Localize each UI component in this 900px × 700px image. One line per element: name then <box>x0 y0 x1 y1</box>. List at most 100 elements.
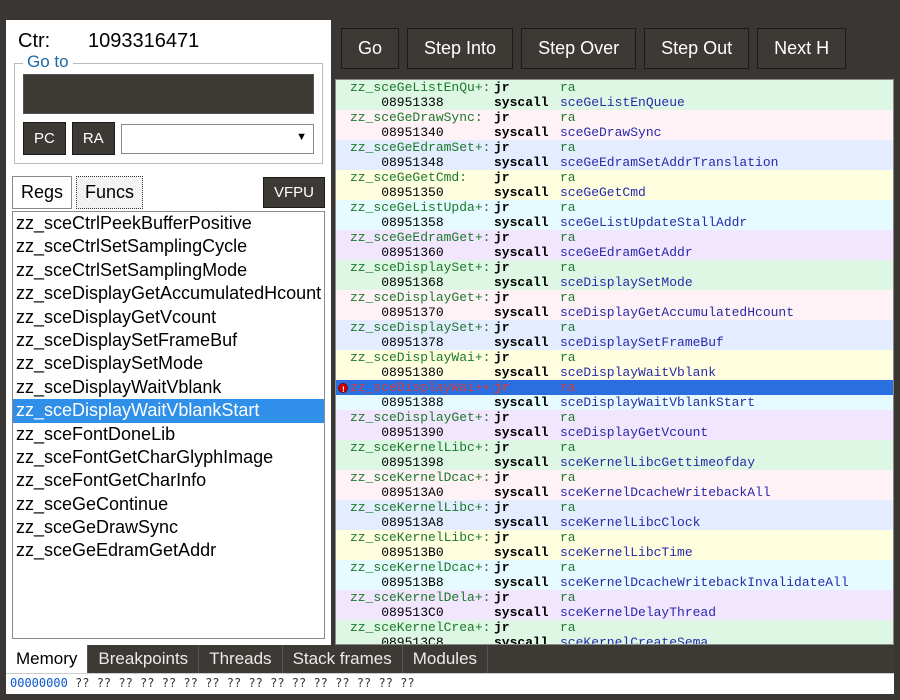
disasm-row[interactable]: zz_sceDisplaySet+:jrra <box>336 320 893 335</box>
disasm-row[interactable]: 089513A0syscallsceKernelDcacheWritebackA… <box>336 485 893 500</box>
disasm-row[interactable]: zz_sceKernelLibc+:jrra <box>336 500 893 515</box>
disasm-row[interactable]: zz_sceKernelDela+:jrra <box>336 590 893 605</box>
breakpoint-gutter[interactable] <box>336 200 350 215</box>
disassembly-view[interactable]: zz_sceGeListEnQu+:jrra 08951338syscallsc… <box>335 79 894 645</box>
breakpoint-gutter[interactable] <box>336 380 350 395</box>
disasm-row[interactable]: zz_sceDisplayGet+:jrra <box>336 410 893 425</box>
disasm-row[interactable]: zz_sceDisplayGet+:jrra <box>336 290 893 305</box>
disasm-row[interactable]: zz_sceGeListEnQu+:jrra <box>336 80 893 95</box>
disasm-row[interactable]: 08951380syscallsceDisplayWaitVblank <box>336 365 893 380</box>
function-list-item[interactable]: zz_sceGeEdramGetAddr <box>13 539 324 562</box>
disasm-row[interactable]: 089513B8syscallsceKernelDcacheWritebackI… <box>336 575 893 590</box>
disasm-row[interactable]: zz_sceDisplaySet+:jrra <box>336 260 893 275</box>
vfpu-button[interactable]: VFPU <box>263 177 325 208</box>
step-over-button[interactable]: Step Over <box>521 28 636 69</box>
breakpoint-gutter[interactable] <box>336 470 350 485</box>
function-list[interactable]: zz_sceCtrlPeekBufferPositivezz_sceCtrlSe… <box>12 211 325 639</box>
function-list-item[interactable]: zz_sceGeContinue <box>13 493 324 516</box>
disasm-row[interactable]: 08951360syscallsceGeEdramGetAddr <box>336 245 893 260</box>
breakpoint-gutter[interactable] <box>336 365 350 380</box>
tab-stack-frames[interactable]: Stack frames <box>283 645 403 673</box>
breakpoint-gutter[interactable] <box>336 305 350 320</box>
goto-input[interactable] <box>23 74 314 114</box>
breakpoint-gutter[interactable] <box>336 485 350 500</box>
breakpoint-gutter[interactable] <box>336 155 350 170</box>
disasm-row[interactable]: 08951388syscallsceDisplayWaitVblankStart <box>336 395 893 410</box>
function-list-item[interactable]: zz_sceDisplaySetFrameBuf <box>13 329 324 352</box>
ra-button[interactable]: RA <box>72 122 115 155</box>
disasm-row[interactable]: zz_sceKernelCrea+:jrra <box>336 620 893 635</box>
tab-regs[interactable]: Regs <box>12 176 72 209</box>
breakpoint-gutter[interactable] <box>336 440 350 455</box>
breakpoint-gutter[interactable] <box>336 335 350 350</box>
tab-modules[interactable]: Modules <box>403 645 488 673</box>
breakpoint-gutter[interactable] <box>336 605 350 620</box>
function-list-item[interactable]: zz_sceDisplayGetVcount <box>13 306 324 329</box>
breakpoint-gutter[interactable] <box>336 125 350 140</box>
disasm-row[interactable]: zz_sceKernelDcac+:jrra <box>336 470 893 485</box>
breakpoint-gutter[interactable] <box>336 455 350 470</box>
breakpoint-gutter[interactable] <box>336 320 350 335</box>
tab-funcs[interactable]: Funcs <box>76 176 143 209</box>
breakpoint-gutter[interactable] <box>336 620 350 635</box>
breakpoint-gutter[interactable] <box>336 425 350 440</box>
function-list-item[interactable]: zz_sceCtrlSetSamplingMode <box>13 259 324 282</box>
disasm-row[interactable]: zz_sceKernelDcac+:jrra <box>336 560 893 575</box>
function-list-item[interactable]: zz_sceGeDrawSync <box>13 516 324 539</box>
function-list-item[interactable]: zz_sceFontDoneLib <box>13 423 324 446</box>
function-list-item[interactable]: zz_sceCtrlSetSamplingCycle <box>13 235 324 258</box>
function-list-item[interactable]: zz_sceDisplaySetMode <box>13 352 324 375</box>
breakpoint-gutter[interactable] <box>336 80 350 95</box>
breakpoint-gutter[interactable] <box>336 635 350 645</box>
breakpoint-gutter[interactable] <box>336 290 350 305</box>
disasm-row[interactable]: zz_sceKernelLibc+:jrra <box>336 530 893 545</box>
disasm-row[interactable]: 089513A8syscallsceKernelLibcClock <box>336 515 893 530</box>
breakpoint-gutter[interactable] <box>336 245 350 260</box>
disasm-row[interactable]: zz_sceDisplayWai+▪:jrra <box>336 380 893 395</box>
breakpoint-gutter[interactable] <box>336 350 350 365</box>
breakpoint-gutter[interactable] <box>336 530 350 545</box>
breakpoint-gutter[interactable] <box>336 110 350 125</box>
disasm-row[interactable]: zz_sceKernelLibc+:jrra <box>336 440 893 455</box>
disasm-row[interactable]: zz_sceGeDrawSync:jrra <box>336 110 893 125</box>
tab-threads[interactable]: Threads <box>199 645 282 673</box>
breakpoint-gutter[interactable] <box>336 230 350 245</box>
breakpoint-gutter[interactable] <box>336 275 350 290</box>
disasm-row[interactable]: 08951338syscallsceGeListEnQueue <box>336 95 893 110</box>
disasm-row[interactable]: 08951370syscallsceDisplayGetAccumulatedH… <box>336 305 893 320</box>
function-list-item[interactable]: zz_sceDisplayGetAccumulatedHcount <box>13 282 324 305</box>
pc-button[interactable]: PC <box>23 122 66 155</box>
function-list-item[interactable]: zz_sceCtrlPeekBufferPositive <box>13 212 324 235</box>
function-list-item[interactable]: zz_sceDisplayWaitVblankStart <box>13 399 324 422</box>
function-list-item[interactable]: zz_sceFontGetCharInfo <box>13 469 324 492</box>
step-into-button[interactable]: Step Into <box>407 28 513 69</box>
disasm-row[interactable]: 08951358syscallsceGeListUpdateStallAddr <box>336 215 893 230</box>
function-list-item[interactable]: zz_sceDisplayWaitVblank <box>13 376 324 399</box>
go-button[interactable]: Go <box>341 28 399 69</box>
breakpoint-gutter[interactable] <box>336 95 350 110</box>
breakpoint-gutter[interactable] <box>336 590 350 605</box>
breakpoint-gutter[interactable] <box>336 260 350 275</box>
disasm-row[interactable]: 08951368syscallsceDisplaySetMode <box>336 275 893 290</box>
disasm-row[interactable]: 08951340syscallsceGeDrawSync <box>336 125 893 140</box>
disasm-row[interactable]: zz_sceGeEdramSet+:jrra <box>336 140 893 155</box>
disasm-row[interactable]: zz_sceGeEdramGet+:jrra <box>336 230 893 245</box>
disasm-row[interactable]: 089513B0syscallsceKernelLibcTime <box>336 545 893 560</box>
disasm-row[interactable]: 08951350syscallsceGeGetCmd <box>336 185 893 200</box>
breakpoint-gutter[interactable] <box>336 500 350 515</box>
disasm-row[interactable]: zz_sceGeGetCmd:jrra <box>336 170 893 185</box>
disasm-row[interactable]: zz_sceDisplayWai+:jrra <box>336 350 893 365</box>
disasm-row[interactable]: 089513C8syscallsceKernelCreateSema <box>336 635 893 645</box>
tab-memory[interactable]: Memory <box>6 645 88 673</box>
goto-combo[interactable] <box>121 124 314 154</box>
breakpoint-gutter[interactable] <box>336 410 350 425</box>
function-list-item[interactable]: zz_sceFontGetCharGlyphImage <box>13 446 324 469</box>
disasm-row[interactable]: 08951398syscallsceKernelLibcGettimeofday <box>336 455 893 470</box>
breakpoint-gutter[interactable] <box>336 545 350 560</box>
step-out-button[interactable]: Step Out <box>644 28 749 69</box>
breakpoint-gutter[interactable] <box>336 170 350 185</box>
disasm-row[interactable]: 08951390syscallsceDisplayGetVcount <box>336 425 893 440</box>
breakpoint-gutter[interactable] <box>336 140 350 155</box>
breakpoint-gutter[interactable] <box>336 515 350 530</box>
breakpoint-gutter[interactable] <box>336 560 350 575</box>
